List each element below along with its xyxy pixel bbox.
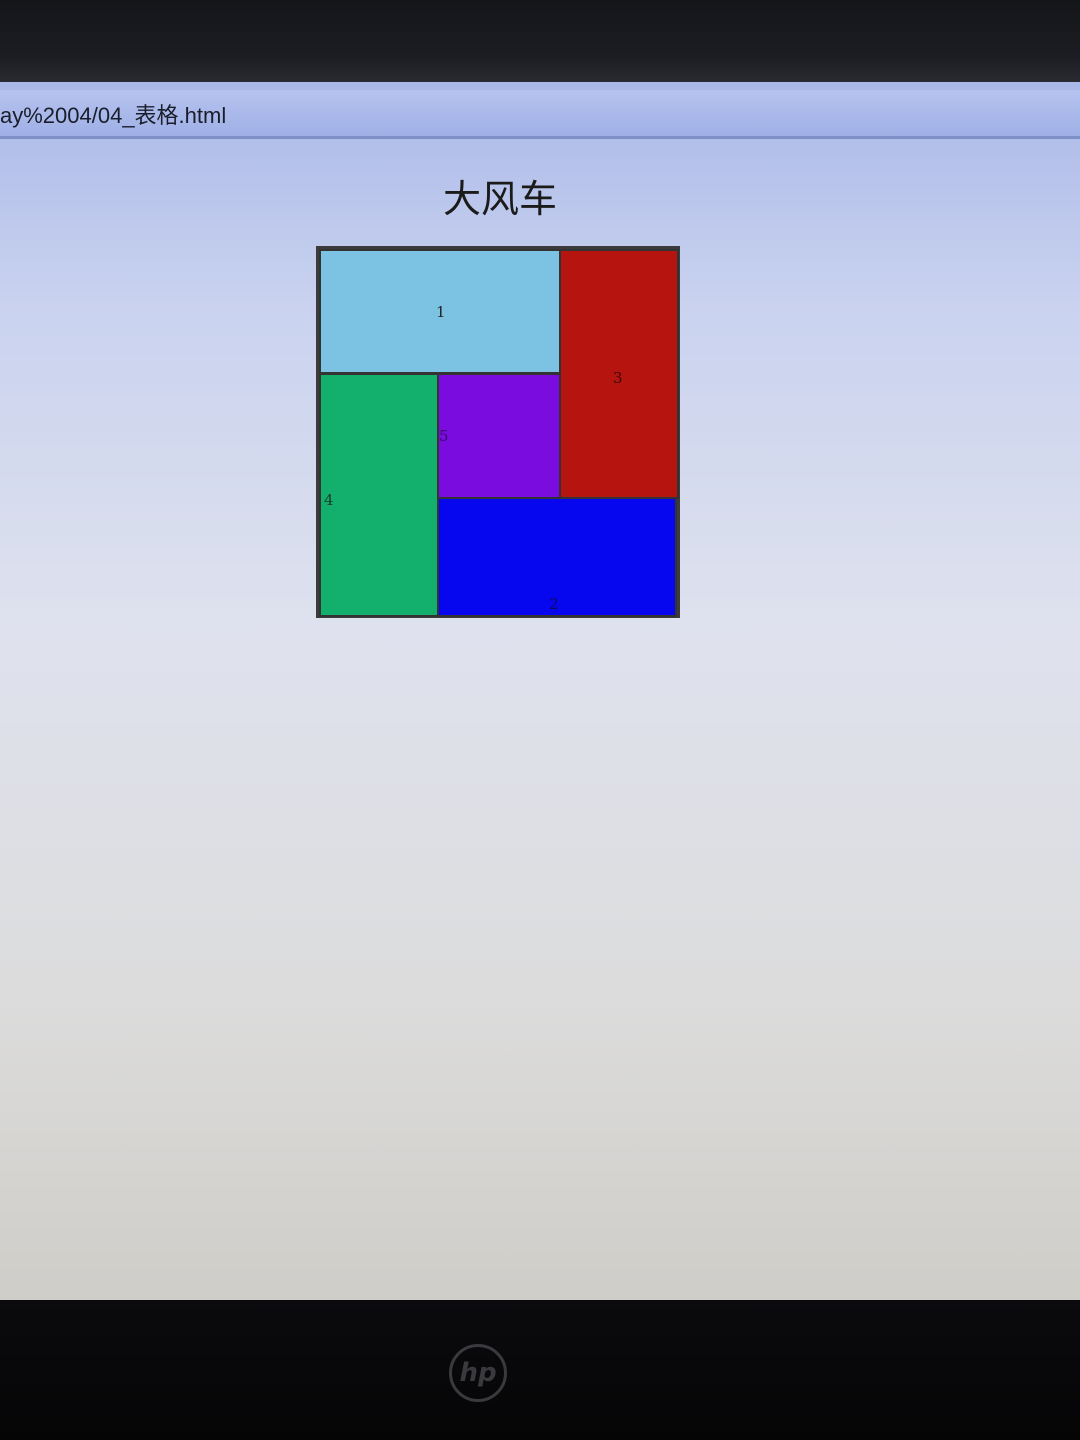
table-cell-4: 4: [319, 373, 439, 617]
table-cell-1: 1: [319, 249, 561, 374]
address-text[interactable]: ay%2004/04_表格.html: [0, 98, 226, 130]
page-title: 大风车: [442, 177, 557, 221]
table-cell-5: 5: [437, 373, 561, 499]
table-cell-2: 2: [437, 497, 677, 617]
cell-label-1: 1: [436, 303, 446, 321]
cell-label-4: 4: [324, 491, 334, 509]
monitor-bezel-top: [0, 0, 1080, 82]
screen: ay%2004/04_表格.html 大风车 1 3 5 4 2: [0, 82, 1080, 1302]
cell-label-5: 5: [439, 427, 449, 445]
cell-label-2: 2: [549, 595, 559, 613]
cell-label-3: 3: [613, 369, 623, 387]
windmill-table: 1 3 5 4 2: [316, 246, 680, 618]
address-bar[interactable]: ay%2004/04_表格.html: [0, 90, 1080, 139]
monitor-bezel-bottom: hp: [0, 1300, 1080, 1440]
table-cell-3: 3: [559, 249, 679, 499]
hp-logo-icon: hp: [449, 1344, 507, 1402]
